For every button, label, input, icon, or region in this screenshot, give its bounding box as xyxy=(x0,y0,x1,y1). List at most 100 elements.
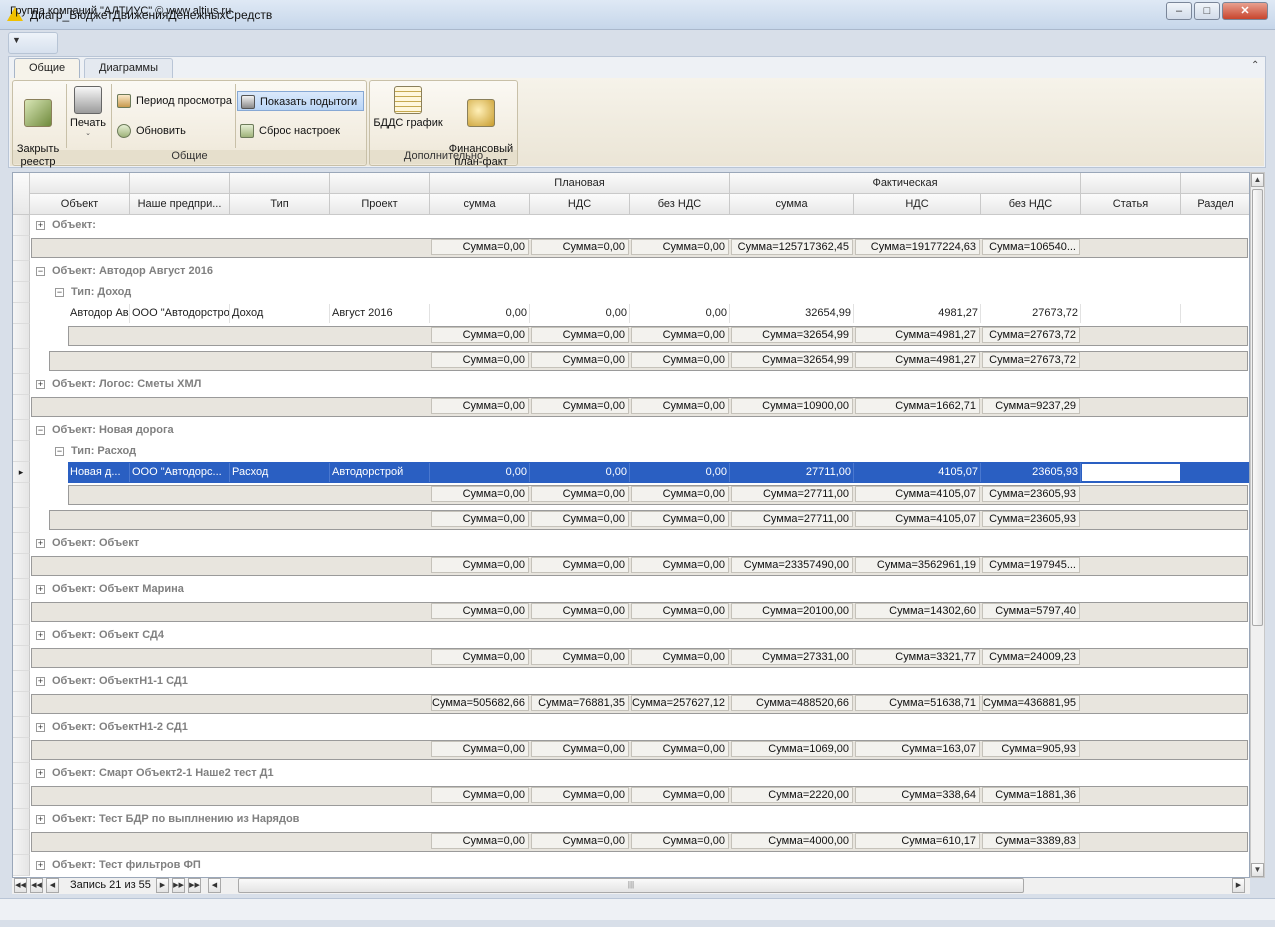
cell-our-company[interactable]: ООО "Автодорс... xyxy=(130,463,230,482)
row-indicator[interactable] xyxy=(13,763,30,784)
row-indicator[interactable] xyxy=(13,784,30,809)
scroll-right-icon[interactable]: ▶ xyxy=(1232,878,1245,893)
expand-group-icon[interactable]: + xyxy=(36,380,45,389)
row-indicator[interactable] xyxy=(13,236,30,261)
cell-planned-vat[interactable]: 0,00 xyxy=(530,304,630,323)
row-indicator[interactable] xyxy=(13,830,30,855)
refresh-button[interactable]: Обновить xyxy=(114,121,234,141)
maximize-button[interactable]: □ xyxy=(1194,2,1220,20)
col-actual-vat-header[interactable]: НДС xyxy=(854,194,981,215)
collapse-group-icon[interactable]: − xyxy=(55,288,64,297)
row-indicator[interactable] xyxy=(13,349,30,374)
row-indicator[interactable] xyxy=(13,483,30,508)
cell-type[interactable]: Доход xyxy=(230,304,330,323)
row-indicator[interactable] xyxy=(13,738,30,763)
tab-general[interactable]: Общие xyxy=(14,58,81,79)
col-planned-vat-header[interactable]: НДС xyxy=(530,194,630,215)
show-subtotals-button[interactable]: Показать подытоги xyxy=(237,91,364,111)
cell-planned-sum[interactable]: 0,00 xyxy=(430,304,530,323)
row-indicator[interactable] xyxy=(13,855,30,876)
row-indicator[interactable] xyxy=(13,261,30,282)
cell-planned-sum[interactable]: 0,00 xyxy=(430,463,530,482)
cell-our-company[interactable]: ООО "Автодорстро xyxy=(130,304,230,323)
row-indicator[interactable] xyxy=(13,625,30,646)
col-planned-no-vat-header[interactable]: без НДС xyxy=(630,194,730,215)
cell-actual-vat[interactable]: 4981,27 xyxy=(854,304,981,323)
expand-group-icon[interactable]: + xyxy=(36,539,45,548)
row-indicator[interactable] xyxy=(13,671,30,692)
minimize-button[interactable]: – xyxy=(1166,2,1192,20)
tab-diagrams[interactable]: Диаграммы xyxy=(84,58,173,78)
cell-actual-vat[interactable]: 4105,07 xyxy=(854,463,981,482)
expand-group-icon[interactable]: + xyxy=(36,723,45,732)
col-actual-sum-header[interactable]: сумма xyxy=(730,194,854,215)
expand-group-icon[interactable]: + xyxy=(36,861,45,870)
print-button[interactable]: Печать ⌄ xyxy=(67,86,109,138)
cell-object[interactable]: Новая д... xyxy=(68,463,130,482)
row-indicator[interactable] xyxy=(13,420,30,441)
expand-group-icon[interactable]: + xyxy=(36,585,45,594)
scroll-up-icon[interactable]: ▲ xyxy=(1251,173,1264,187)
cell-type[interactable]: Расход xyxy=(230,463,330,482)
row-indicator[interactable] xyxy=(13,508,30,533)
cell-article[interactable] xyxy=(1081,304,1181,323)
row-indicator[interactable] xyxy=(13,717,30,738)
row-indicator[interactable] xyxy=(13,324,30,349)
collapse-group-icon[interactable]: − xyxy=(55,447,64,456)
collapse-group-icon[interactable]: − xyxy=(36,426,45,435)
row-indicator[interactable] xyxy=(13,600,30,625)
expand-group-icon[interactable]: + xyxy=(36,769,45,778)
row-indicator[interactable] xyxy=(13,554,30,579)
cell-actual-sum[interactable]: 32654,99 xyxy=(730,304,854,323)
cell-actual-no-vat[interactable]: 27673,72 xyxy=(981,304,1081,323)
row-indicator[interactable] xyxy=(13,303,30,324)
cell-project[interactable]: Август 2016 xyxy=(330,304,430,323)
cell-planned-vat[interactable]: 0,00 xyxy=(530,463,630,482)
cell-planned-no-vat[interactable]: 0,00 xyxy=(630,304,730,323)
quick-access-dropdown-icon[interactable]: ▼ xyxy=(12,35,21,45)
cell-planned-no-vat[interactable]: 0,00 xyxy=(630,463,730,482)
first-record-icon[interactable]: ◀◀ xyxy=(14,878,27,893)
row-indicator[interactable] xyxy=(13,395,30,420)
vertical-scrollbar[interactable]: ▲ ▼ xyxy=(1250,172,1265,878)
next-page-icon[interactable]: ▶▶ xyxy=(172,878,185,893)
col-project-header[interactable]: Проект xyxy=(330,194,430,215)
horizontal-scroll-thumb[interactable]: ||| xyxy=(238,878,1024,893)
col-our-company-header[interactable]: Наше предпри... xyxy=(130,194,230,215)
row-indicator[interactable] xyxy=(13,282,30,303)
row-indicator[interactable] xyxy=(13,215,30,236)
collapse-group-icon[interactable]: − xyxy=(36,267,45,276)
cell-project[interactable]: Автодорстрой xyxy=(330,463,430,482)
col-section-header[interactable]: Раздел xyxy=(1181,194,1249,215)
last-record-icon[interactable]: ▶▶ xyxy=(188,878,201,893)
scroll-left-icon[interactable]: ◀ xyxy=(208,878,221,893)
collapse-ribbon-icon[interactable]: ⌃ xyxy=(1251,60,1259,71)
row-indicator[interactable] xyxy=(13,809,30,830)
next-record-icon[interactable]: ▶ xyxy=(156,878,169,893)
expand-group-icon[interactable]: + xyxy=(36,677,45,686)
expand-group-icon[interactable]: + xyxy=(36,221,45,230)
scroll-down-icon[interactable]: ▼ xyxy=(1251,863,1264,877)
col-planned-sum-header[interactable]: сумма xyxy=(430,194,530,215)
col-actual-no-vat-header[interactable]: без НДС xyxy=(981,194,1081,215)
bdds-chart-button[interactable]: БДДС график xyxy=(371,86,445,130)
cell-article[interactable] xyxy=(1081,463,1181,482)
cell-section[interactable] xyxy=(1181,304,1249,323)
row-indicator[interactable] xyxy=(13,441,30,462)
financial-plan-fact-button[interactable]: Финансовый план-факт xyxy=(447,86,515,169)
cell-object[interactable]: Автодор Ав xyxy=(68,304,130,323)
row-indicator[interactable] xyxy=(13,692,30,717)
prev-page-icon[interactable]: ◀◀ xyxy=(30,878,43,893)
prev-record-icon[interactable]: ◀ xyxy=(46,878,59,893)
vertical-scroll-thumb[interactable] xyxy=(1252,189,1263,626)
reset-settings-button[interactable]: Сброс настроек xyxy=(237,121,364,141)
cell-actual-sum[interactable]: 27711,00 xyxy=(730,463,854,482)
cell-actual-no-vat[interactable]: 23605,93 xyxy=(981,463,1081,482)
row-indicator[interactable] xyxy=(13,579,30,600)
close-window-button[interactable]: ✕ xyxy=(1222,2,1268,20)
row-indicator[interactable] xyxy=(13,646,30,671)
cell-section[interactable] xyxy=(1181,463,1249,482)
row-indicator[interactable] xyxy=(13,374,30,395)
row-indicator[interactable]: ▸ xyxy=(13,462,30,483)
col-article-header[interactable]: Статья xyxy=(1081,194,1181,215)
